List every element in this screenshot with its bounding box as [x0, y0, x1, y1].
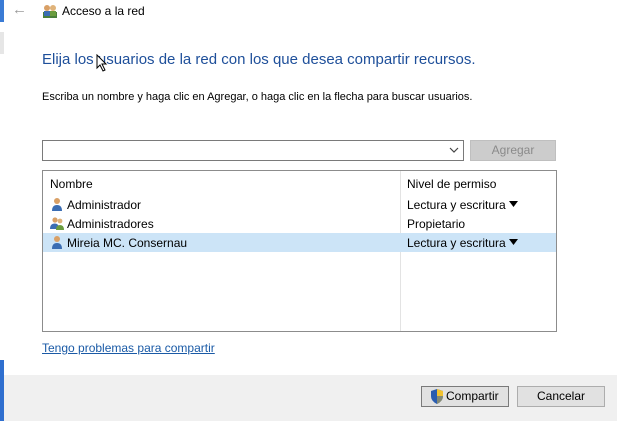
dialog-footer: Compartir Cancelar [4, 375, 617, 421]
column-header-permission[interactable]: Nivel de permiso [407, 177, 496, 191]
cancel-button[interactable]: Cancelar [517, 386, 605, 407]
caret-down-icon[interactable] [509, 239, 518, 245]
instruction-text: Escriba un nombre y haga clic en Agregar… [42, 91, 473, 103]
user-icon [52, 236, 62, 249]
list-item-selected[interactable]: Mireia MC. Consernau Lectura y escritura [43, 233, 556, 252]
permission-level[interactable]: Lectura y escritura [407, 236, 506, 250]
list-item[interactable]: Administradores Propietario [43, 214, 556, 233]
list-header: Nombre Nivel de permiso [43, 171, 556, 195]
share-button[interactable]: Compartir [421, 386, 509, 407]
add-button[interactable]: Agregar [470, 140, 556, 161]
back-arrow-icon[interactable]: ← [12, 2, 28, 18]
user-input[interactable] [45, 142, 440, 159]
user-combobox[interactable] [42, 140, 464, 161]
help-link[interactable]: Tengo problemas para compartir [42, 341, 215, 355]
column-header-name[interactable]: Nombre [50, 177, 93, 191]
share-button-label: Compartir [446, 389, 499, 403]
caret-down-icon[interactable] [509, 201, 518, 207]
window-edge-strip [0, 0, 4, 421]
mouse-cursor-icon [96, 54, 108, 72]
permission-level[interactable]: Lectura y escritura [407, 198, 506, 212]
user-icon [52, 198, 62, 211]
permission-level: Propietario [407, 217, 466, 231]
edge-accent-mid [0, 32, 4, 54]
user-name: Administrador [67, 198, 142, 212]
group-name: Administradores [67, 217, 154, 231]
window-title: Acceso a la red [62, 4, 145, 18]
title-bar: ← Acceso a la red [4, 0, 617, 22]
chevron-down-icon[interactable] [448, 144, 460, 156]
list-item[interactable]: Administrador Lectura y escritura [43, 195, 556, 214]
group-icon [50, 217, 64, 230]
network-users-icon [43, 5, 57, 18]
uac-shield-icon [431, 389, 443, 404]
user-name: Mireia MC. Consernau [67, 236, 188, 250]
users-list[interactable]: Nombre Nivel de permiso Administrador Le… [42, 170, 557, 332]
list-rows: Administrador Lectura y escritura Admini… [43, 195, 556, 252]
